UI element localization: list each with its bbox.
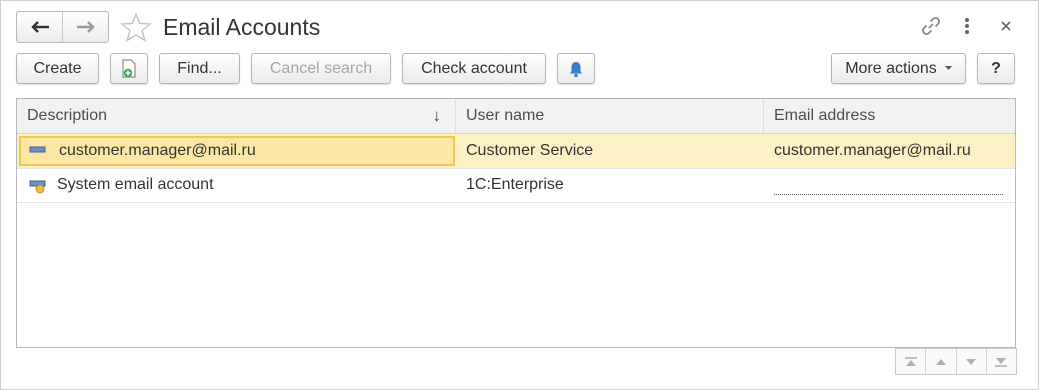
arrow-left-icon	[30, 21, 49, 33]
email-account-icon	[29, 146, 46, 153]
scroll-to-top-button[interactable]	[896, 349, 925, 374]
scroll-to-bottom-button[interactable]	[985, 349, 1016, 374]
accounts-table: Description ↓ User name Email address cu…	[16, 98, 1016, 348]
help-button[interactable]: ?	[977, 53, 1015, 84]
more-vertical-icon[interactable]	[955, 14, 979, 38]
find-button[interactable]: Find...	[159, 53, 240, 84]
column-header-label: User name	[466, 107, 545, 124]
description-cell[interactable]: System email account	[57, 168, 455, 202]
column-header-label: Email address	[774, 107, 876, 124]
scroll-top-icon	[904, 356, 917, 366]
add-document-icon	[122, 58, 136, 78]
sort-down-icon: ↓	[432, 106, 442, 125]
close-icon[interactable]	[994, 14, 1018, 38]
user-name-cell[interactable]: 1C:Enterprise	[466, 168, 764, 202]
arrow-right-icon	[76, 21, 95, 33]
description-cell[interactable]: customer.manager@mail.ru	[19, 136, 455, 166]
column-header-email[interactable]: Email address	[764, 99, 1015, 133]
system-account-icon	[29, 180, 46, 194]
table-row[interactable]: customer.manager@mail.ru Customer Servic…	[17, 134, 1015, 169]
navigation-buttons	[16, 11, 109, 43]
star-icon[interactable]	[120, 12, 152, 42]
scroll-up-button[interactable]	[925, 349, 955, 374]
column-header-label: Description	[27, 107, 108, 124]
column-header-description[interactable]: Description ↓	[17, 99, 456, 133]
more-actions-label: More actions	[845, 59, 937, 77]
link-icon[interactable]	[919, 14, 943, 38]
create-button[interactable]: Create	[16, 53, 99, 84]
empty-field-underline	[774, 194, 1003, 195]
user-name-cell[interactable]: Customer Service	[466, 134, 764, 168]
cancel-search-button[interactable]: Cancel search	[251, 53, 391, 84]
back-button[interactable]	[17, 12, 62, 42]
scroll-bottom-icon	[995, 357, 1008, 367]
notifications-button[interactable]	[557, 53, 595, 84]
scroll-down-button[interactable]	[955, 349, 986, 374]
bell-icon	[570, 61, 582, 77]
forward-button[interactable]	[62, 12, 108, 42]
email-cell[interactable]	[774, 168, 1015, 202]
table-row[interactable]: System email account 1C:Enterprise	[17, 168, 1015, 203]
email-accounts-window: Email Accounts Create Find... Cancel sea…	[0, 0, 1039, 390]
chevron-down-icon	[944, 66, 952, 70]
table-header: Description ↓ User name Email address	[17, 99, 1015, 134]
check-account-button[interactable]: Check account	[402, 53, 546, 84]
page-title: Email Accounts	[163, 14, 321, 40]
table-scroll-controls	[895, 348, 1017, 375]
scroll-down-icon	[966, 358, 977, 365]
scroll-up-icon	[935, 358, 946, 365]
more-actions-button[interactable]: More actions	[831, 53, 966, 84]
column-header-user-name[interactable]: User name	[456, 99, 764, 133]
cell-text: customer.manager@mail.ru	[59, 142, 256, 159]
create-copy-button[interactable]	[110, 53, 148, 84]
email-cell[interactable]: customer.manager@mail.ru	[774, 134, 1015, 168]
